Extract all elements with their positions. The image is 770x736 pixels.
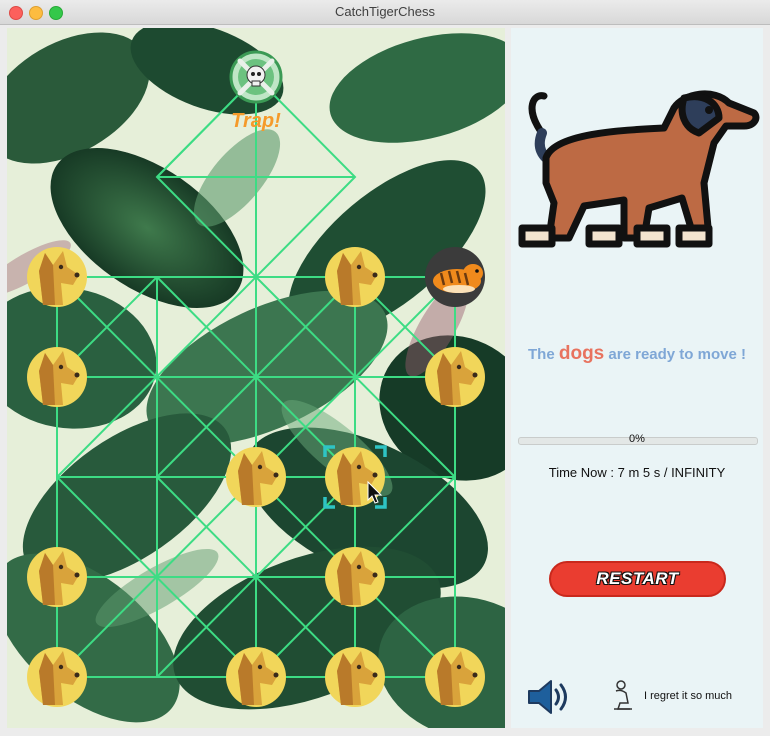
restart-button[interactable]: RESTART xyxy=(549,561,726,597)
game-board[interactable]: Trap! xyxy=(7,28,505,728)
status-highlight: dogs xyxy=(558,343,605,364)
status-prefix: The xyxy=(528,346,555,363)
regret-figure-icon xyxy=(614,680,632,710)
trap-skull-icon xyxy=(229,50,283,104)
dog-piece[interactable] xyxy=(425,347,485,407)
turn-status: The dogs are ready to move ! xyxy=(511,343,763,365)
dog-piece[interactable] xyxy=(325,547,385,607)
status-suffix: are ready to move ! xyxy=(608,346,746,363)
dog-piece[interactable] xyxy=(27,247,87,307)
tiger-piece[interactable] xyxy=(425,247,485,307)
dog-piece[interactable] xyxy=(226,447,286,507)
app-window: CatchTigerChess Trap! The dogs are ready… xyxy=(0,0,770,736)
progress-text: 0% xyxy=(629,433,645,445)
speaker-icon[interactable] xyxy=(525,678,575,716)
dog-piece[interactable] xyxy=(325,647,385,707)
dog-piece[interactable] xyxy=(27,347,87,407)
dog-piece[interactable] xyxy=(27,647,87,707)
dog-piece[interactable] xyxy=(27,547,87,607)
titlebar: CatchTigerChess xyxy=(0,0,770,25)
dog-piece[interactable] xyxy=(226,647,286,707)
side-panel: The dogs are ready to move ! 0% Time Now… xyxy=(511,28,763,728)
dog-piece[interactable] xyxy=(325,247,385,307)
dog-piece[interactable] xyxy=(425,647,485,707)
dog-turn-icon xyxy=(518,90,760,248)
time-display: Time Now : 7 m 5 s / INFINITY xyxy=(548,465,726,480)
window-title: CatchTigerChess xyxy=(335,4,435,19)
regret-label: I regret it so much xyxy=(644,690,733,702)
trap-label: Trap! xyxy=(231,110,281,132)
board-canvas[interactable]: Trap! xyxy=(7,28,505,728)
